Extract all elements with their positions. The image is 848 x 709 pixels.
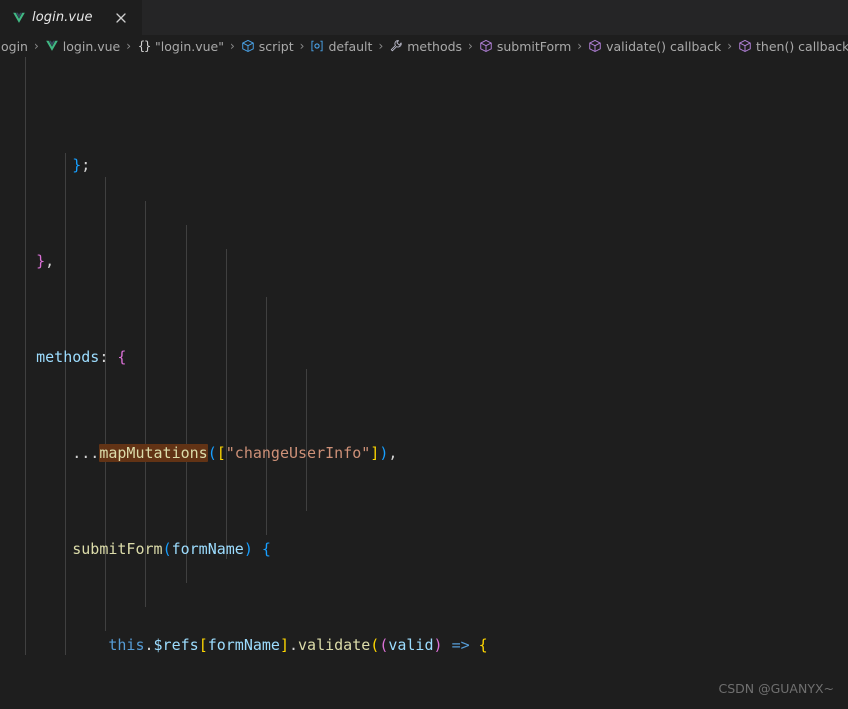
breadcrumb-separator: ›: [299, 39, 305, 53]
breadcrumb-item-methods[interactable]: methods: [388, 39, 463, 54]
breadcrumb-label: script: [258, 38, 294, 54]
breadcrumb-item-validate-callback[interactable]: validate() callback: [587, 39, 722, 54]
code-line[interactable]: submitForm(formName) {: [0, 537, 848, 561]
breadcrumb-separator: ›: [33, 39, 39, 53]
code-editor[interactable]: }; }, methods: { ...mapMutations(["chang…: [0, 57, 848, 709]
cube-purple-icon: [588, 39, 602, 53]
breadcrumb-label: then() callback: [756, 38, 848, 54]
breadcrumb-item-script[interactable]: script: [240, 39, 295, 54]
breadcrumb-item-login-vue[interactable]: login.vue: [44, 39, 121, 54]
cube-blue-icon: [241, 39, 255, 53]
breadcrumb-label: "login.vue": [155, 38, 224, 54]
vue-icon: [12, 11, 26, 25]
code-line[interactable]: methods: {: [0, 345, 848, 369]
breadcrumb-item-then-callback[interactable]: then() callback: [737, 39, 848, 54]
code-line[interactable]: this.$refs[formName].validate((valid) =>…: [0, 633, 848, 657]
vscode-window: login.vue ogin › login.vue › {} "login.v…: [0, 0, 848, 709]
breadcrumb-item-login-vue-module[interactable]: {} "login.vue": [136, 39, 225, 54]
tab-bar-empty-space: [143, 0, 848, 35]
close-icon[interactable]: [113, 10, 129, 26]
cube-purple-icon: [479, 39, 493, 53]
breadcrumb: ogin › login.vue › {} "login.vue" › scri…: [0, 35, 848, 57]
default-export-icon: [310, 39, 324, 53]
editor-tab-login-vue[interactable]: login.vue: [0, 0, 143, 35]
breadcrumb-separator: ›: [126, 39, 132, 53]
breadcrumb-label: methods: [407, 38, 463, 54]
breadcrumb-separator: ›: [727, 39, 733, 53]
cube-purple-icon: [738, 39, 752, 53]
editor-tab-bar: login.vue: [0, 0, 848, 35]
editor-tab-label: login.vue: [32, 10, 93, 25]
code-content[interactable]: }; }, methods: { ...mapMutations(["chang…: [0, 57, 848, 709]
breadcrumb-label: default: [328, 38, 373, 54]
breadcrumb-label: ogin: [1, 38, 28, 54]
breadcrumb-separator: ›: [378, 39, 384, 53]
wrench-icon: [389, 39, 403, 53]
breadcrumb-separator: ›: [229, 39, 235, 53]
code-line[interactable]: ...mapMutations(["changeUserInfo"]),: [0, 441, 848, 465]
breadcrumb-label: login.vue: [62, 38, 121, 54]
vue-icon: [45, 39, 59, 53]
code-line[interactable]: };: [0, 153, 848, 177]
breadcrumb-item-submitform[interactable]: submitForm: [478, 39, 572, 54]
breadcrumb-separator: ›: [577, 39, 583, 53]
breadcrumb-item-folder[interactable]: ogin: [0, 39, 29, 54]
braces-icon: {}: [137, 39, 151, 53]
breadcrumb-item-default[interactable]: default: [309, 39, 373, 54]
breadcrumb-label: submitForm: [496, 38, 572, 54]
breadcrumb-separator: ›: [468, 39, 473, 53]
code-line[interactable]: },: [0, 249, 848, 273]
find-match-highlight: mapMutations: [99, 444, 208, 462]
breadcrumb-label: validate() callback: [606, 38, 722, 54]
